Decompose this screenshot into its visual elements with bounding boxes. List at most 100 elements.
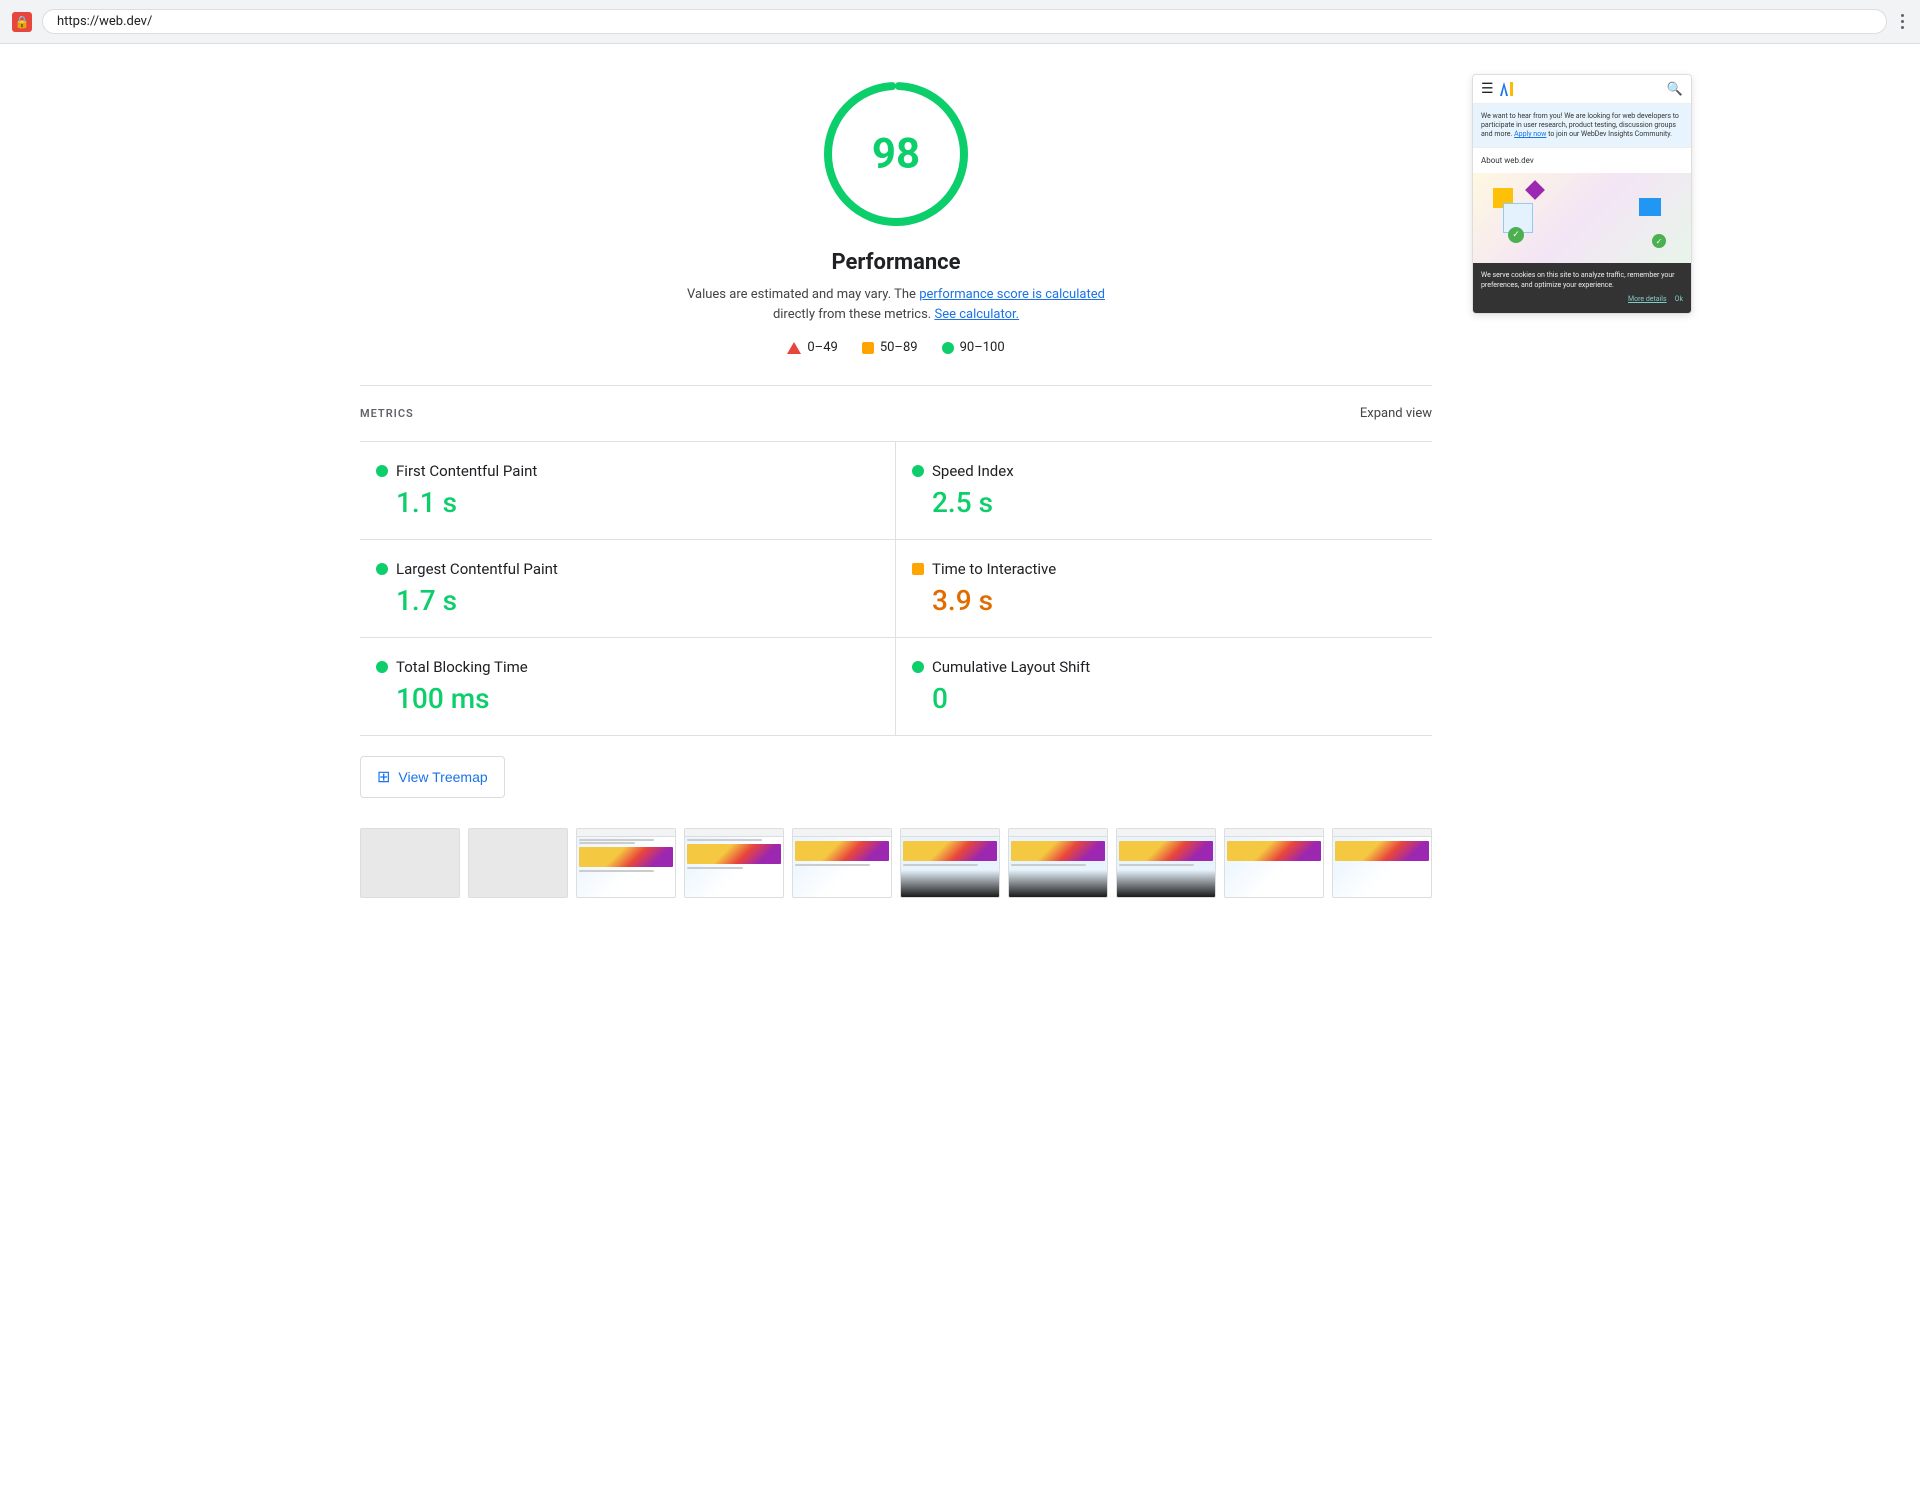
banner-suffix: to join our WebDev Insights Community. bbox=[1548, 130, 1672, 138]
cls-status-dot bbox=[912, 661, 924, 673]
preview-browser-bar: ☰ 🔍 bbox=[1473, 75, 1691, 104]
metric-header-fcp: First Contentful Paint bbox=[376, 462, 879, 480]
filmstrip-frame-6 bbox=[900, 828, 1000, 898]
filmstrip-frame-3 bbox=[576, 828, 676, 898]
filmstrip-thumbnail-2 bbox=[468, 828, 568, 898]
left-panel: 98 Performance Values are estimated and … bbox=[360, 74, 1432, 908]
filmstrip-thumbnail-4 bbox=[684, 828, 784, 898]
si-status-dot bbox=[912, 465, 924, 477]
tti-status-dot bbox=[912, 563, 924, 575]
site-preview: ☰ 🔍 We want to hear from you! We are loo… bbox=[1472, 74, 1692, 314]
browser-menu-button[interactable] bbox=[1897, 10, 1908, 33]
menu-dot bbox=[1901, 20, 1904, 23]
green-circle-icon bbox=[942, 342, 954, 354]
score-description: Values are estimated and may vary. The p… bbox=[686, 285, 1106, 324]
banner-link[interactable]: Apply now bbox=[1514, 130, 1546, 138]
right-panel: ☰ 🔍 We want to hear from you! We are loo… bbox=[1472, 74, 1692, 908]
tbt-label: Total Blocking Time bbox=[396, 658, 528, 676]
filmstrip bbox=[360, 818, 1432, 908]
legend-red: 0–49 bbox=[787, 340, 837, 355]
view-treemap-button[interactable]: ⊞ View Treemap bbox=[360, 756, 505, 798]
score-section: 98 Performance Values are estimated and … bbox=[360, 74, 1432, 355]
filmstrip-frame-2 bbox=[468, 828, 568, 898]
fcp-status-dot bbox=[376, 465, 388, 477]
filmstrip-thumbnail-7 bbox=[1008, 828, 1108, 898]
metric-cell-tti: Time to Interactive 3.9 s bbox=[896, 540, 1432, 638]
filmstrip-thumbnail-8 bbox=[1116, 828, 1216, 898]
filmstrip-thumbnail-6 bbox=[900, 828, 1000, 898]
filmstrip-thumbnail-3 bbox=[576, 828, 676, 898]
hamburger-icon: ☰ bbox=[1481, 81, 1494, 97]
score-desc-text2: directly from these metrics. bbox=[773, 307, 931, 322]
performance-score: 98 bbox=[872, 130, 920, 179]
preview-about-label: About web.dev bbox=[1473, 148, 1691, 173]
cls-label: Cumulative Layout Shift bbox=[932, 658, 1090, 676]
illustration-shape-4 bbox=[1639, 198, 1661, 216]
treemap-icon: ⊞ bbox=[377, 767, 390, 787]
illustration-check-1: ✓ bbox=[1508, 227, 1524, 243]
browser-bar: 🔒 https://web.dev/ bbox=[0, 0, 1920, 44]
filmstrip-thumbnail-1 bbox=[360, 828, 460, 898]
webdev-logo bbox=[1500, 81, 1520, 97]
filmstrip-frame-5 bbox=[792, 828, 892, 898]
metric-cell-lcp: Largest Contentful Paint 1.7 s bbox=[360, 540, 896, 638]
preview-body: We want to hear from you! We are looking… bbox=[1473, 104, 1691, 313]
filmstrip-frame-8 bbox=[1116, 828, 1216, 898]
browser-app-icon: 🔒 bbox=[12, 12, 32, 32]
metric-header-tti: Time to Interactive bbox=[912, 560, 1416, 578]
filmstrip-frame-10 bbox=[1332, 828, 1432, 898]
filmstrip-thumbnail-10 bbox=[1332, 828, 1432, 898]
lcp-label: Largest Contentful Paint bbox=[396, 560, 558, 578]
filmstrip-thumbnail-9 bbox=[1224, 828, 1324, 898]
calculator-link[interactable]: See calculator. bbox=[934, 307, 1019, 322]
legend-orange: 50–89 bbox=[862, 340, 918, 355]
metrics-header: METRICS Expand view bbox=[360, 406, 1432, 421]
treemap-label: View Treemap bbox=[398, 769, 487, 785]
score-desc-text: Values are estimated and may vary. The bbox=[687, 287, 916, 302]
fcp-value: 1.1 s bbox=[396, 486, 879, 519]
metrics-section-label: METRICS bbox=[360, 407, 414, 420]
browser-icon-label: 🔒 bbox=[15, 15, 30, 29]
filmstrip-frame-1 bbox=[360, 828, 460, 898]
metric-header-si: Speed Index bbox=[912, 462, 1416, 480]
tbt-value: 100 ms bbox=[396, 682, 879, 715]
url-bar[interactable]: https://web.dev/ bbox=[42, 9, 1887, 34]
preview-cookie-banner: We serve cookies on this site to analyze… bbox=[1473, 263, 1691, 312]
lcp-status-dot bbox=[376, 563, 388, 575]
score-title: Performance bbox=[360, 250, 1432, 275]
metrics-grid: First Contentful Paint 1.1 s Speed Index… bbox=[360, 441, 1432, 736]
filmstrip-frame-7 bbox=[1008, 828, 1108, 898]
search-icon: 🔍 bbox=[1667, 82, 1683, 97]
section-divider bbox=[360, 385, 1432, 386]
score-legend: 0–49 50–89 90–100 bbox=[360, 340, 1432, 355]
metric-header-tbt: Total Blocking Time bbox=[376, 658, 879, 676]
performance-score-link[interactable]: performance score is calculated bbox=[919, 287, 1105, 302]
filmstrip-thumbnail-5 bbox=[792, 828, 892, 898]
tti-value: 3.9 s bbox=[932, 584, 1416, 617]
metric-cell-si: Speed Index 2.5 s bbox=[896, 442, 1432, 540]
menu-dot bbox=[1901, 26, 1904, 29]
expand-view-button[interactable]: Expand view bbox=[1360, 406, 1432, 421]
legend-green-label: 90–100 bbox=[960, 340, 1005, 355]
orange-square-icon bbox=[862, 342, 874, 354]
red-triangle-icon bbox=[787, 342, 801, 354]
filmstrip-frame-9 bbox=[1224, 828, 1324, 898]
illustration-check-2: ✓ bbox=[1652, 234, 1666, 248]
si-label: Speed Index bbox=[932, 462, 1014, 480]
metric-cell-cls: Cumulative Layout Shift 0 bbox=[896, 638, 1432, 736]
tti-label: Time to Interactive bbox=[932, 560, 1056, 578]
cookie-ok-button[interactable]: Ok bbox=[1675, 295, 1683, 305]
illustration-shape-2 bbox=[1525, 180, 1545, 200]
fcp-label: First Contentful Paint bbox=[396, 462, 537, 480]
page-content: 98 Performance Values are estimated and … bbox=[340, 44, 1580, 938]
metric-cell-tbt: Total Blocking Time 100 ms bbox=[360, 638, 896, 736]
preview-banner: We want to hear from you! We are looking… bbox=[1473, 104, 1691, 148]
legend-orange-label: 50–89 bbox=[880, 340, 918, 355]
cookie-details-link[interactable]: More details bbox=[1628, 295, 1667, 305]
metric-cell-fcp: First Contentful Paint 1.1 s bbox=[360, 442, 896, 540]
legend-green: 90–100 bbox=[942, 340, 1005, 355]
filmstrip-frame-4 bbox=[684, 828, 784, 898]
metric-header-lcp: Largest Contentful Paint bbox=[376, 560, 879, 578]
cls-value: 0 bbox=[932, 682, 1416, 715]
menu-dot bbox=[1901, 14, 1904, 17]
